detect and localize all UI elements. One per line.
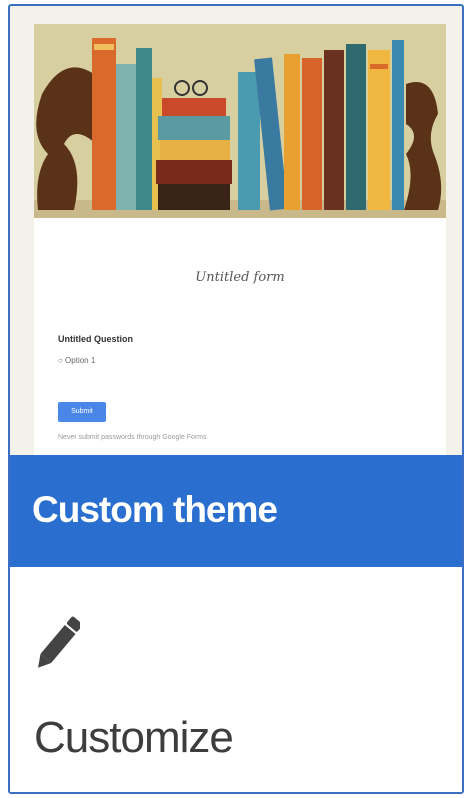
theme-card[interactable]: Untitled form Untitled Question ○ Option…	[8, 4, 464, 794]
pencil-icon	[36, 611, 83, 677]
custom-theme-header: Custom theme	[10, 455, 462, 567]
footer-note: Never submit passwords through Google Fo…	[58, 434, 207, 441]
submit-button: Submit	[58, 402, 106, 422]
theme-preview: Untitled form Untitled Question ○ Option…	[10, 6, 462, 455]
question-title: Untitled Question	[58, 334, 133, 344]
customize-label: Customize	[34, 713, 234, 762]
customize-button[interactable]: Customize	[10, 567, 462, 792]
theme-title: Custom theme	[32, 489, 278, 530]
form-title: Untitled form	[195, 270, 285, 285]
form-preview-body: Untitled form Untitled Question ○ Option…	[34, 218, 446, 455]
bookshelf-banner-image	[34, 24, 446, 218]
question-option: ○ Option 1	[58, 356, 96, 365]
